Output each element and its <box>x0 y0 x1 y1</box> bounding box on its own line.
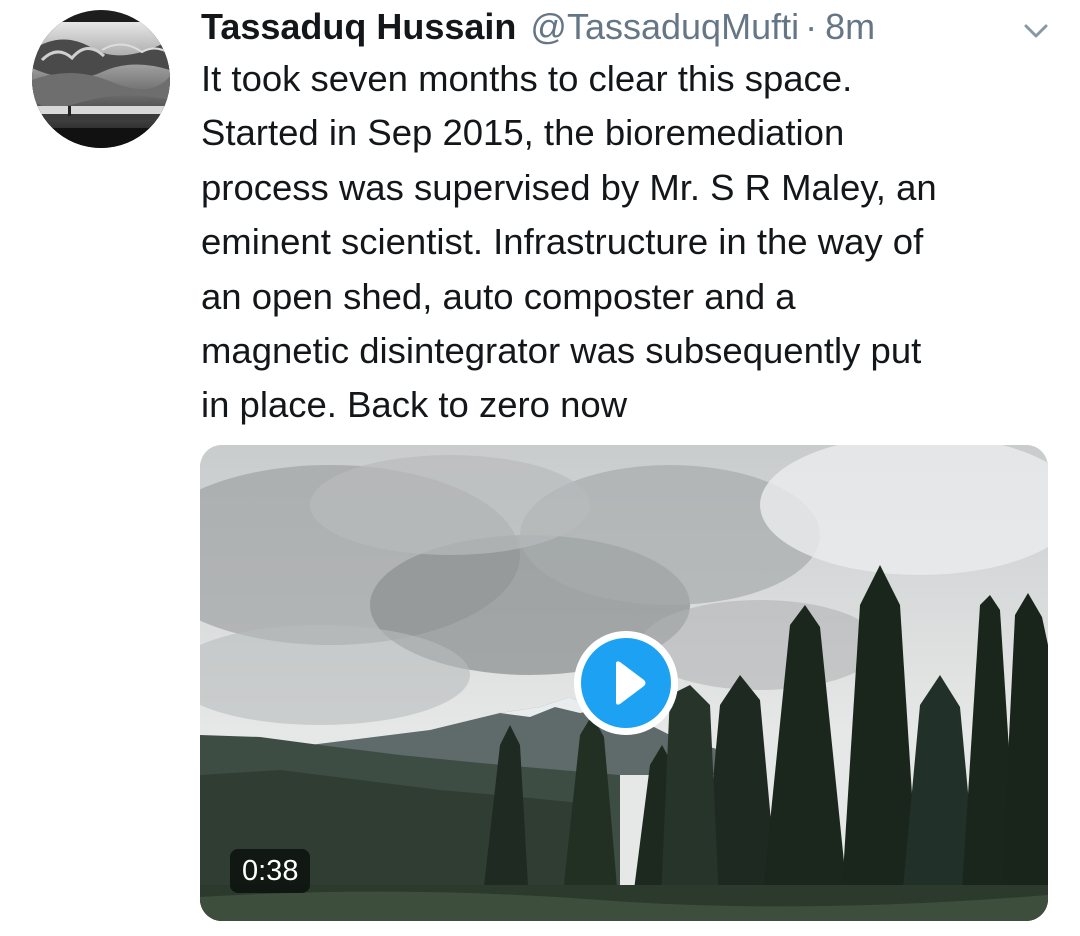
tweet-text-line: in place. Back to zero now <box>201 384 628 426</box>
tweet-text-line: magnetic disintegrator was subsequently … <box>201 330 922 372</box>
timestamp[interactable]: 8m <box>825 2 875 52</box>
video-player[interactable]: 0:38 <box>200 445 1048 921</box>
tweet-text-line: an open shed, auto composter and a <box>201 275 796 317</box>
tweet-text: It took seven months to clear this space… <box>201 52 1061 433</box>
chevron-down-icon[interactable] <box>1016 16 1056 46</box>
tweet-text-line: It took seven months to clear this space… <box>201 58 853 99</box>
tweet-text-line: eminent scientist. Infrastructure in the… <box>201 221 924 263</box>
play-button[interactable] <box>574 631 678 735</box>
avatar[interactable] <box>32 10 170 148</box>
separator-dot: · <box>805 6 818 47</box>
tweet-card: Tassaduq Hussain @TassaduqMufti · 8m It … <box>0 0 1080 936</box>
tweet-text-line: Started in Sep 2015, the bioremediation <box>201 112 845 154</box>
play-icon <box>616 661 646 705</box>
tweet-text-line: process was supervised by Mr. S R Maley,… <box>201 166 937 208</box>
video-duration-badge: 0:38 <box>230 849 311 893</box>
author-handle[interactable]: @TassaduqMufti <box>530 2 799 52</box>
author-name[interactable]: Tassaduq Hussain <box>201 2 516 52</box>
tweet-header: Tassaduq Hussain @TassaduqMufti · 8m <box>201 2 875 52</box>
